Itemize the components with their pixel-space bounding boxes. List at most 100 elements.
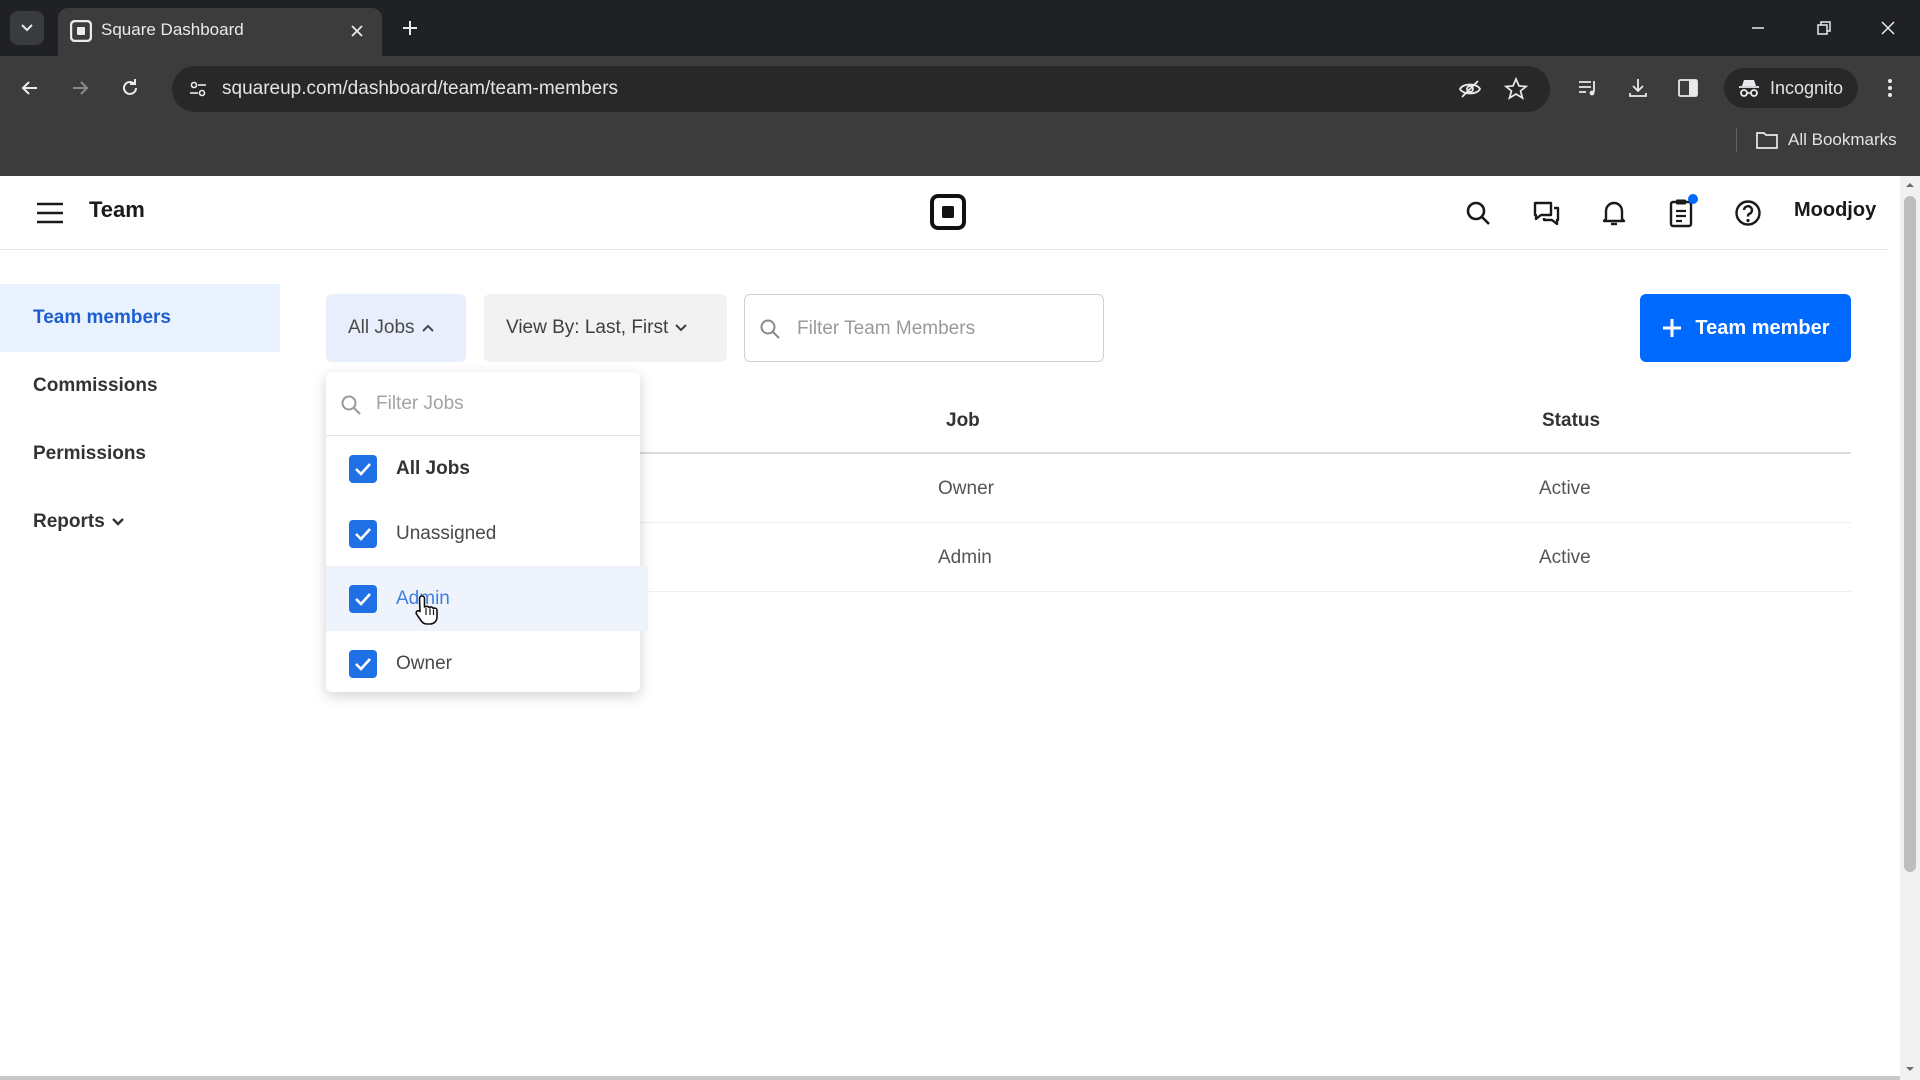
sidebar-item-permissions[interactable]: Permissions bbox=[0, 420, 280, 488]
job-option-admin[interactable]: Admin bbox=[326, 566, 648, 631]
square-favicon-icon bbox=[70, 20, 92, 42]
cell-status: Active bbox=[1539, 547, 1591, 568]
tune-icon bbox=[190, 81, 206, 97]
url-text[interactable]: squareup.com/dashboard/team/team-members bbox=[222, 78, 618, 100]
minimize-button[interactable] bbox=[1738, 10, 1778, 46]
check-icon bbox=[355, 657, 371, 671]
filter-team-members-field[interactable] bbox=[744, 294, 1104, 362]
site-info-button[interactable] bbox=[180, 71, 216, 107]
tab-list-button[interactable] bbox=[10, 11, 44, 45]
arrow-right-icon bbox=[73, 81, 89, 95]
browser-menu-button[interactable] bbox=[1872, 70, 1908, 106]
option-label: All Jobs bbox=[396, 457, 470, 479]
help-button[interactable] bbox=[1729, 194, 1767, 232]
eye-off-icon bbox=[1458, 80, 1482, 98]
reload-icon bbox=[123, 79, 137, 95]
square-logo-icon[interactable] bbox=[930, 194, 966, 230]
download-icon bbox=[1629, 79, 1647, 97]
close-icon bbox=[1881, 21, 1895, 35]
cell-job: Owner bbox=[938, 478, 994, 499]
checkbox-checked[interactable] bbox=[349, 454, 377, 483]
scroll-thumb[interactable] bbox=[1904, 196, 1916, 872]
back-button[interactable] bbox=[12, 70, 48, 106]
new-tab-button[interactable] bbox=[396, 14, 424, 42]
page-scrollbar[interactable] bbox=[1900, 176, 1920, 1080]
messages-icon bbox=[1533, 201, 1560, 226]
app-header: Team Moodjoy bbox=[0, 176, 1888, 250]
search-icon bbox=[341, 395, 361, 415]
tracking-protection-button[interactable] bbox=[1454, 73, 1486, 105]
all-bookmarks-button[interactable]: All Bookmarks bbox=[1756, 124, 1897, 156]
plus-icon bbox=[403, 21, 417, 35]
minimize-icon bbox=[1752, 27, 1764, 29]
tab-close-button[interactable] bbox=[346, 20, 368, 42]
notifications-button[interactable] bbox=[1595, 194, 1633, 232]
filter-jobs-field[interactable] bbox=[326, 372, 640, 436]
bell-icon bbox=[1602, 201, 1626, 226]
check-icon bbox=[355, 592, 371, 606]
sidebar-item-label: Permissions bbox=[33, 443, 146, 464]
browser-tab-active[interactable]: Square Dashboard bbox=[58, 8, 382, 56]
address-bar[interactable]: squareup.com/dashboard/team/team-members bbox=[172, 66, 1550, 112]
filter-jobs-input[interactable] bbox=[376, 388, 626, 420]
hamburger-icon bbox=[37, 202, 63, 224]
side-panel-icon bbox=[1678, 79, 1698, 97]
restore-icon bbox=[1817, 21, 1831, 35]
add-team-member-button[interactable]: Team member bbox=[1640, 294, 1851, 362]
queue-music-icon bbox=[1579, 81, 1595, 96]
check-icon bbox=[355, 527, 371, 541]
all-bookmarks-label: All Bookmarks bbox=[1788, 130, 1897, 149]
menu-button[interactable] bbox=[34, 198, 66, 228]
page-title: Team bbox=[89, 197, 145, 222]
restore-button[interactable] bbox=[1804, 10, 1844, 46]
jobs-filter-label: All Jobs bbox=[348, 317, 415, 338]
bookmarks-separator bbox=[1736, 128, 1737, 152]
cell-status: Active bbox=[1539, 478, 1591, 499]
window-close-button[interactable] bbox=[1868, 10, 1908, 46]
view-by-label: View By: Last, First bbox=[506, 317, 669, 338]
cell-job: Admin bbox=[938, 547, 992, 568]
column-header-status[interactable]: Status bbox=[1542, 410, 1600, 432]
tasks-button[interactable] bbox=[1662, 194, 1700, 232]
side-panel-button[interactable] bbox=[1670, 70, 1706, 106]
scroll-down-icon[interactable] bbox=[1905, 1064, 1915, 1074]
filter-team-members-input[interactable] bbox=[797, 313, 1087, 345]
reload-button[interactable] bbox=[112, 70, 148, 106]
view-by-button[interactable]: View By: Last, First bbox=[484, 294, 727, 362]
browser-tabstrip: Square Dashboard bbox=[0, 0, 1920, 56]
sidebar-item-label: Commissions bbox=[33, 375, 158, 396]
sidebar-item-team-members[interactable]: Team members bbox=[0, 284, 280, 352]
job-option-all-jobs[interactable]: All Jobs bbox=[326, 436, 640, 501]
tab-title: Square Dashboard bbox=[101, 20, 244, 39]
bookmark-star-button[interactable] bbox=[1500, 73, 1532, 105]
notification-dot bbox=[1688, 194, 1698, 204]
sidebar-item-label: Reports bbox=[33, 511, 105, 532]
search-icon bbox=[1466, 201, 1490, 225]
job-option-owner[interactable]: Owner bbox=[326, 631, 640, 696]
jobs-filter-button[interactable]: All Jobs bbox=[326, 294, 466, 362]
chevron-down-icon bbox=[111, 517, 125, 527]
hand-cursor-icon bbox=[415, 595, 438, 625]
sidebar-item-reports[interactable]: Reports bbox=[0, 488, 280, 556]
chevron-down-icon bbox=[21, 24, 33, 32]
sidebar-item-commissions[interactable]: Commissions bbox=[0, 352, 280, 420]
job-option-unassigned[interactable]: Unassigned bbox=[326, 501, 640, 566]
sidebar: Team members Commissions Permissions Rep… bbox=[0, 284, 280, 556]
scroll-up-icon[interactable] bbox=[1905, 180, 1915, 190]
more-vert-icon bbox=[1888, 79, 1892, 97]
check-icon bbox=[355, 462, 371, 476]
media-controls-button[interactable] bbox=[1570, 70, 1606, 106]
checkbox-checked[interactable] bbox=[349, 649, 377, 678]
forward-button[interactable] bbox=[62, 70, 98, 106]
messages-button[interactable] bbox=[1527, 194, 1565, 232]
account-name[interactable]: Moodjoy bbox=[1794, 199, 1876, 222]
add-team-member-label: Team member bbox=[1695, 316, 1830, 339]
downloads-button[interactable] bbox=[1620, 70, 1656, 106]
incognito-badge[interactable]: Incognito bbox=[1724, 68, 1858, 108]
chevron-up-icon bbox=[421, 324, 434, 332]
checkbox-checked[interactable] bbox=[349, 584, 377, 613]
close-icon bbox=[351, 25, 363, 37]
search-button[interactable] bbox=[1459, 194, 1497, 232]
column-header-job[interactable]: Job bbox=[946, 410, 980, 432]
checkbox-checked[interactable] bbox=[349, 519, 377, 548]
